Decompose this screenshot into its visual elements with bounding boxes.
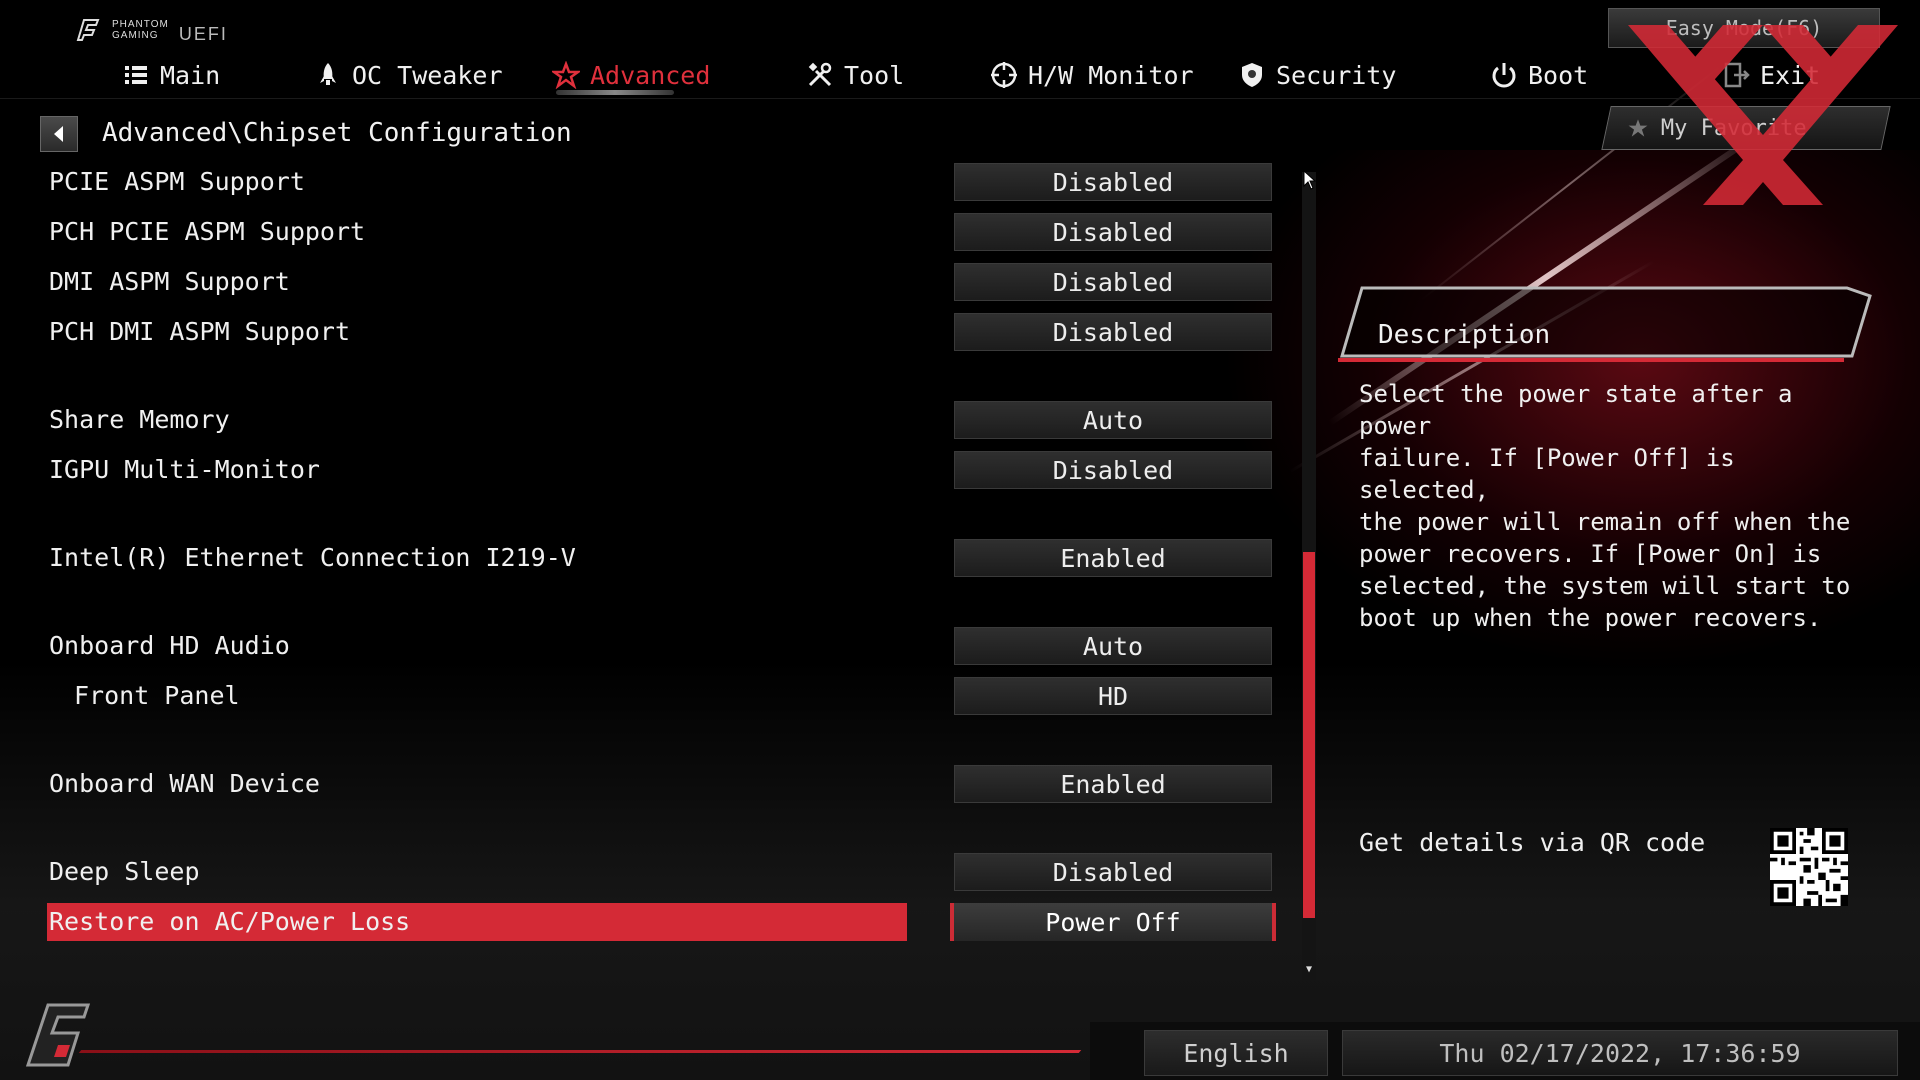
scrollbar-thumb[interactable]: [1303, 552, 1315, 918]
brand-logo: PHANTOM GAMING UEFI: [74, 14, 228, 45]
language-button[interactable]: English: [1144, 1030, 1328, 1076]
logo-line2: GAMING: [112, 29, 159, 41]
setting-pch-pcie-aspm-support[interactable]: PCH PCIE ASPM Support: [49, 213, 365, 251]
qr-code-icon: [1770, 828, 1848, 906]
qr-label: Get details via QR code: [1359, 828, 1706, 857]
back-button[interactable]: [40, 116, 78, 152]
value-front-panel[interactable]: HD: [954, 677, 1272, 715]
active-tab-indicator: [556, 90, 674, 95]
tab-security[interactable]: Security: [1238, 52, 1396, 98]
tab-oc-tweaker-label: OC Tweaker: [352, 60, 503, 90]
power-icon: [1492, 63, 1516, 88]
tab-hw-monitor[interactable]: H/W Monitor: [990, 52, 1194, 98]
list-icon: [125, 66, 147, 84]
value-pch-dmi-aspm-support[interactable]: Disabled: [954, 313, 1272, 351]
tab-tool-label: Tool: [844, 60, 905, 90]
watermark-xx-logo: [1628, 25, 1898, 205]
setting-pcie-aspm-support[interactable]: PCIE ASPM Support: [49, 163, 305, 201]
rocket-icon: [320, 63, 336, 85]
value-pch-pcie-aspm-support[interactable]: Disabled: [954, 213, 1272, 251]
tools-icon: [808, 62, 832, 87]
logo-line1: PHANTOM: [112, 18, 169, 30]
setting-restore-on-ac-power-loss[interactable]: Restore on AC/Power Loss: [47, 903, 907, 941]
logo-uefi: UEFI: [178, 24, 228, 44]
tab-tool[interactable]: Tool: [806, 52, 904, 98]
tab-advanced-label: Advanced: [590, 60, 711, 90]
description-title: Description: [1378, 320, 1551, 350]
tab-main[interactable]: Main: [122, 52, 220, 98]
value-onboard-wan-device[interactable]: Enabled: [954, 765, 1272, 803]
setting-igpu-multi-monitor[interactable]: IGPU Multi-Monitor: [49, 451, 320, 489]
value-deep-sleep[interactable]: Disabled: [954, 853, 1272, 891]
tab-hw-monitor-label: H/W Monitor: [1028, 60, 1194, 90]
value-intel-ethernet-connection[interactable]: Enabled: [954, 539, 1272, 577]
setting-front-panel[interactable]: Front Panel: [74, 677, 240, 715]
tab-boot[interactable]: Boot: [1490, 52, 1588, 98]
setting-dmi-aspm-support[interactable]: DMI ASPM Support: [49, 263, 290, 301]
setting-onboard-hd-audio[interactable]: Onboard HD Audio: [49, 627, 290, 665]
setting-intel-ethernet-connection[interactable]: Intel(R) Ethernet Connection I219-V: [49, 539, 576, 577]
tab-oc-tweaker[interactable]: OC Tweaker: [314, 52, 503, 98]
footer-logo-icon: [25, 1003, 91, 1067]
mouse-cursor-icon: [1303, 170, 1317, 190]
star-icon: [552, 61, 580, 89]
value-igpu-multi-monitor[interactable]: Disabled: [954, 451, 1272, 489]
value-restore-on-ac-power-loss[interactable]: Power Off: [950, 903, 1276, 941]
datetime-display: Thu 02/17/2022, 17:36:59: [1342, 1030, 1898, 1076]
tab-boot-label: Boot: [1528, 60, 1589, 90]
setting-onboard-wan-device[interactable]: Onboard WAN Device: [49, 765, 320, 803]
tab-security-label: Security: [1276, 60, 1397, 90]
value-onboard-hd-audio[interactable]: Auto: [954, 627, 1272, 665]
value-pcie-aspm-support[interactable]: Disabled: [954, 163, 1272, 201]
chevron-left-icon: [54, 126, 63, 142]
shield-icon: [1242, 63, 1262, 87]
scroll-down-arrow-icon[interactable]: ▼: [1302, 962, 1316, 978]
description-text: Select the power state after a power fai…: [1359, 380, 1851, 632]
setting-deep-sleep[interactable]: Deep Sleep: [49, 853, 200, 891]
value-share-memory[interactable]: Auto: [954, 401, 1272, 439]
setting-share-memory[interactable]: Share Memory: [49, 401, 230, 439]
breadcrumb: Advanced\Chipset Configuration: [102, 118, 572, 148]
setting-pch-dmi-aspm-support[interactable]: PCH DMI ASPM Support: [49, 313, 350, 351]
phantom-gaming-logo-icon: [76, 18, 100, 41]
crosshair-icon: [991, 62, 1017, 88]
value-dmi-aspm-support[interactable]: Disabled: [954, 263, 1272, 301]
tab-main-label: Main: [160, 60, 221, 90]
footer-accent-line: [78, 1050, 1082, 1053]
